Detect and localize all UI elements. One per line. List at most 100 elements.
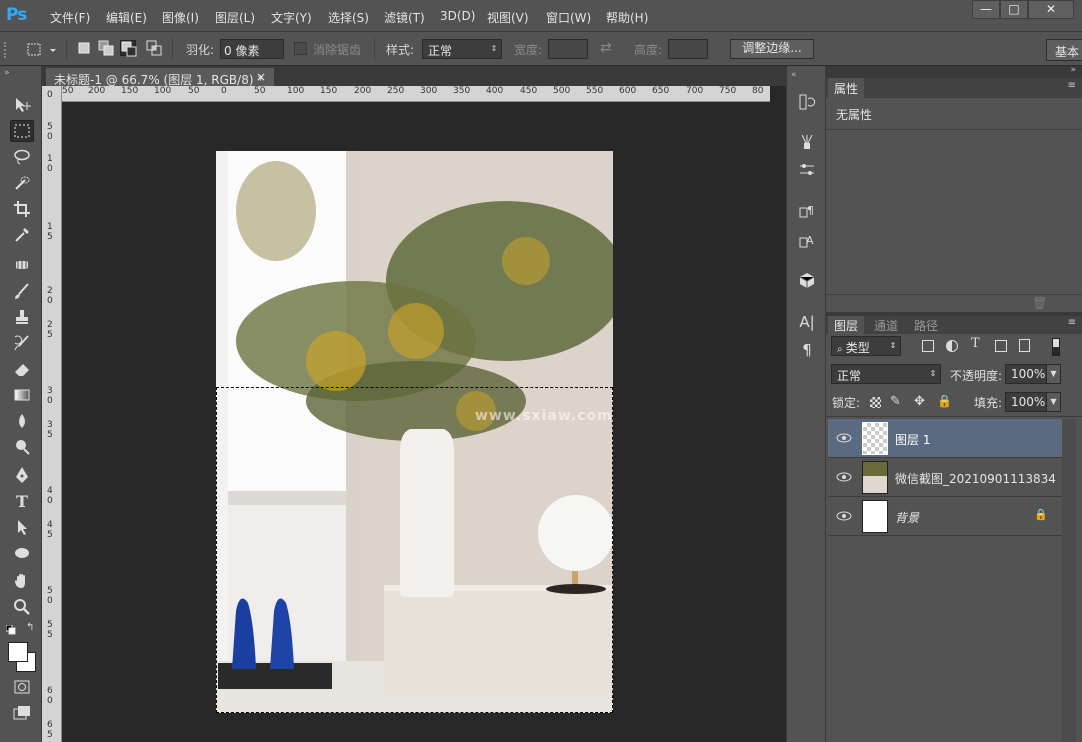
vertical-ruler[interactable]: 0 5 0 1 0 1 5 2 0 2 5 3 0 3 5 4 0 4 5 5 … <box>42 86 62 742</box>
clone-stamp-tool-icon[interactable] <box>10 306 34 328</box>
crop-tool-icon[interactable] <box>10 198 34 220</box>
menu-file[interactable]: 文件(F) <box>50 9 90 26</box>
move-tool-icon[interactable] <box>10 94 34 116</box>
brush-presets-icon[interactable] <box>797 132 817 152</box>
feather-input[interactable]: 0 像素 <box>220 39 284 59</box>
pen-tool-icon[interactable] <box>10 464 34 486</box>
quick-selection-tool-icon[interactable] <box>10 172 34 194</box>
panel-menu-icon[interactable]: ≡ <box>1068 80 1076 91</box>
menu-layer[interactable]: 图层(L) <box>215 9 255 26</box>
swap-colors-icon[interactable]: ↰ <box>26 622 34 633</box>
rectangular-marquee-tool-icon[interactable] <box>10 120 34 142</box>
filter-smart-object-icon[interactable] <box>1019 339 1030 352</box>
chevron-down-icon[interactable]: ▼ <box>1046 365 1060 383</box>
tab-channels[interactable]: 通道 <box>868 316 904 336</box>
layer-row[interactable]: 背景 🔒 <box>828 497 1062 536</box>
layer-row[interactable]: 图层 1 <box>828 419 1062 458</box>
hand-tool-icon[interactable] <box>10 570 34 592</box>
tab-close-icon[interactable]: × <box>256 70 266 84</box>
add-to-selection-icon[interactable] <box>98 40 114 56</box>
filter-adjustment-icon[interactable] <box>946 340 958 352</box>
filter-shape-icon[interactable] <box>995 340 1007 352</box>
zoom-tool-icon[interactable] <box>10 596 34 618</box>
menu-type[interactable]: 文字(Y) <box>271 9 312 26</box>
antialias-checkbox[interactable] <box>294 42 307 55</box>
history-brush-tool-icon[interactable] <box>10 332 34 354</box>
minimize-button[interactable]: — <box>972 0 1000 19</box>
foreground-color-swatch[interactable] <box>8 642 28 662</box>
tool-preset-picker[interactable] <box>26 40 60 60</box>
3d-panel-icon[interactable] <box>797 270 817 290</box>
layer-filter-select[interactable]: ⌕ 类型 ⇕ <box>831 336 901 356</box>
lock-transparency-icon[interactable] <box>870 397 881 408</box>
filter-image-icon[interactable] <box>922 340 934 352</box>
subtract-from-selection-icon[interactable] <box>120 40 137 57</box>
menu-window[interactable]: 窗口(W) <box>546 9 591 26</box>
eyedropper-tool-icon[interactable] <box>10 224 34 246</box>
tab-layers[interactable]: 图层 <box>828 316 865 334</box>
document-tab[interactable]: 未标题-1 @ 66.7% (图层 1, RGB/8) * × <box>46 68 274 88</box>
grip-handle[interactable] <box>4 42 8 58</box>
collapse-arrows-icon[interactable]: » <box>1070 65 1076 75</box>
height-input[interactable] <box>668 39 708 59</box>
chevron-down-icon[interactable]: ▼ <box>1046 393 1060 411</box>
screen-mode-icon[interactable] <box>10 702 34 724</box>
layer-name[interactable]: 背景 <box>895 509 919 526</box>
spot-healing-brush-tool-icon[interactable] <box>10 254 34 276</box>
layer-name[interactable]: 图层 1 <box>895 431 930 448</box>
collapse-arrows-icon[interactable]: « <box>791 70 797 80</box>
filter-type-icon[interactable]: T <box>971 336 980 351</box>
lasso-tool-icon[interactable] <box>10 146 34 168</box>
panel-menu-icon[interactable]: ≡ <box>1068 317 1076 328</box>
eraser-tool-icon[interactable] <box>10 358 34 380</box>
adjustments-icon[interactable] <box>797 160 817 180</box>
new-selection-icon[interactable] <box>76 40 92 56</box>
ellipse-tool-icon[interactable] <box>10 542 34 564</box>
lock-position-icon[interactable]: ✥ <box>914 394 925 409</box>
refine-edge-button[interactable]: 调整边缘... <box>730 39 814 59</box>
type-tool-icon[interactable]: T <box>10 490 34 512</box>
layer-name[interactable]: 微信截图_20210901113834 <box>895 470 1056 487</box>
paragraph-panel-icon[interactable]: ¶ <box>797 340 817 360</box>
layer-row[interactable]: 微信截图_20210901113834 <box>828 458 1062 497</box>
menu-image[interactable]: 图像(I) <box>162 9 199 26</box>
horizontal-ruler[interactable]: 50 200 150 100 50 0 50 100 150 200 250 3… <box>62 86 770 102</box>
lock-all-icon[interactable]: 🔒 <box>937 394 952 408</box>
style-select[interactable]: 正常 ⇕ <box>422 39 502 59</box>
maximize-button[interactable]: □ <box>1000 0 1028 19</box>
tab-paths[interactable]: 路径 <box>908 316 944 336</box>
eye-icon[interactable] <box>836 509 852 523</box>
opacity-input[interactable]: 100% ▼ <box>1005 364 1061 384</box>
eye-icon[interactable] <box>836 431 852 445</box>
menu-filter[interactable]: 滤镜(T) <box>384 9 425 26</box>
brush-tool-icon[interactable] <box>10 280 34 302</box>
quick-mask-icon[interactable] <box>10 676 34 698</box>
collapse-arrows-icon[interactable]: » <box>4 68 10 78</box>
swap-icon[interactable]: ⇄ <box>600 40 612 56</box>
menu-3d[interactable]: 3D(D) <box>440 9 475 23</box>
menu-select[interactable]: 选择(S) <box>328 9 369 26</box>
layers-scrollbar[interactable] <box>1062 419 1076 742</box>
blend-mode-select[interactable]: 正常 ⇕ <box>831 364 941 384</box>
paragraph-styles-icon[interactable]: ¶ <box>797 200 817 220</box>
menu-view[interactable]: 视图(V) <box>487 9 529 26</box>
character-styles-icon[interactable]: A <box>797 230 817 250</box>
filter-toggle-switch[interactable] <box>1052 338 1060 356</box>
dodge-tool-icon[interactable] <box>10 436 34 458</box>
character-panel-icon[interactable]: A| <box>797 312 817 332</box>
history-panel-icon[interactable] <box>797 92 817 112</box>
trash-icon[interactable]: 🗑 <box>1032 296 1047 310</box>
gradient-tool-icon[interactable] <box>10 384 34 406</box>
document-canvas[interactable] <box>216 151 613 713</box>
default-colors-icon[interactable] <box>5 624 16 635</box>
menu-edit[interactable]: 编辑(E) <box>106 9 147 26</box>
lock-pixels-brush-icon[interactable]: ✎ <box>890 394 901 409</box>
tab-properties[interactable]: 属性 <box>828 78 865 98</box>
menu-help[interactable]: 帮助(H) <box>606 9 648 26</box>
close-button[interactable]: ✕ <box>1028 0 1074 19</box>
path-selection-tool-icon[interactable] <box>10 516 34 538</box>
workspace-button[interactable]: 基本 <box>1046 39 1082 61</box>
width-input[interactable] <box>548 39 588 59</box>
intersect-selection-icon[interactable] <box>146 40 162 56</box>
fill-input[interactable]: 100% ▼ <box>1005 392 1061 412</box>
